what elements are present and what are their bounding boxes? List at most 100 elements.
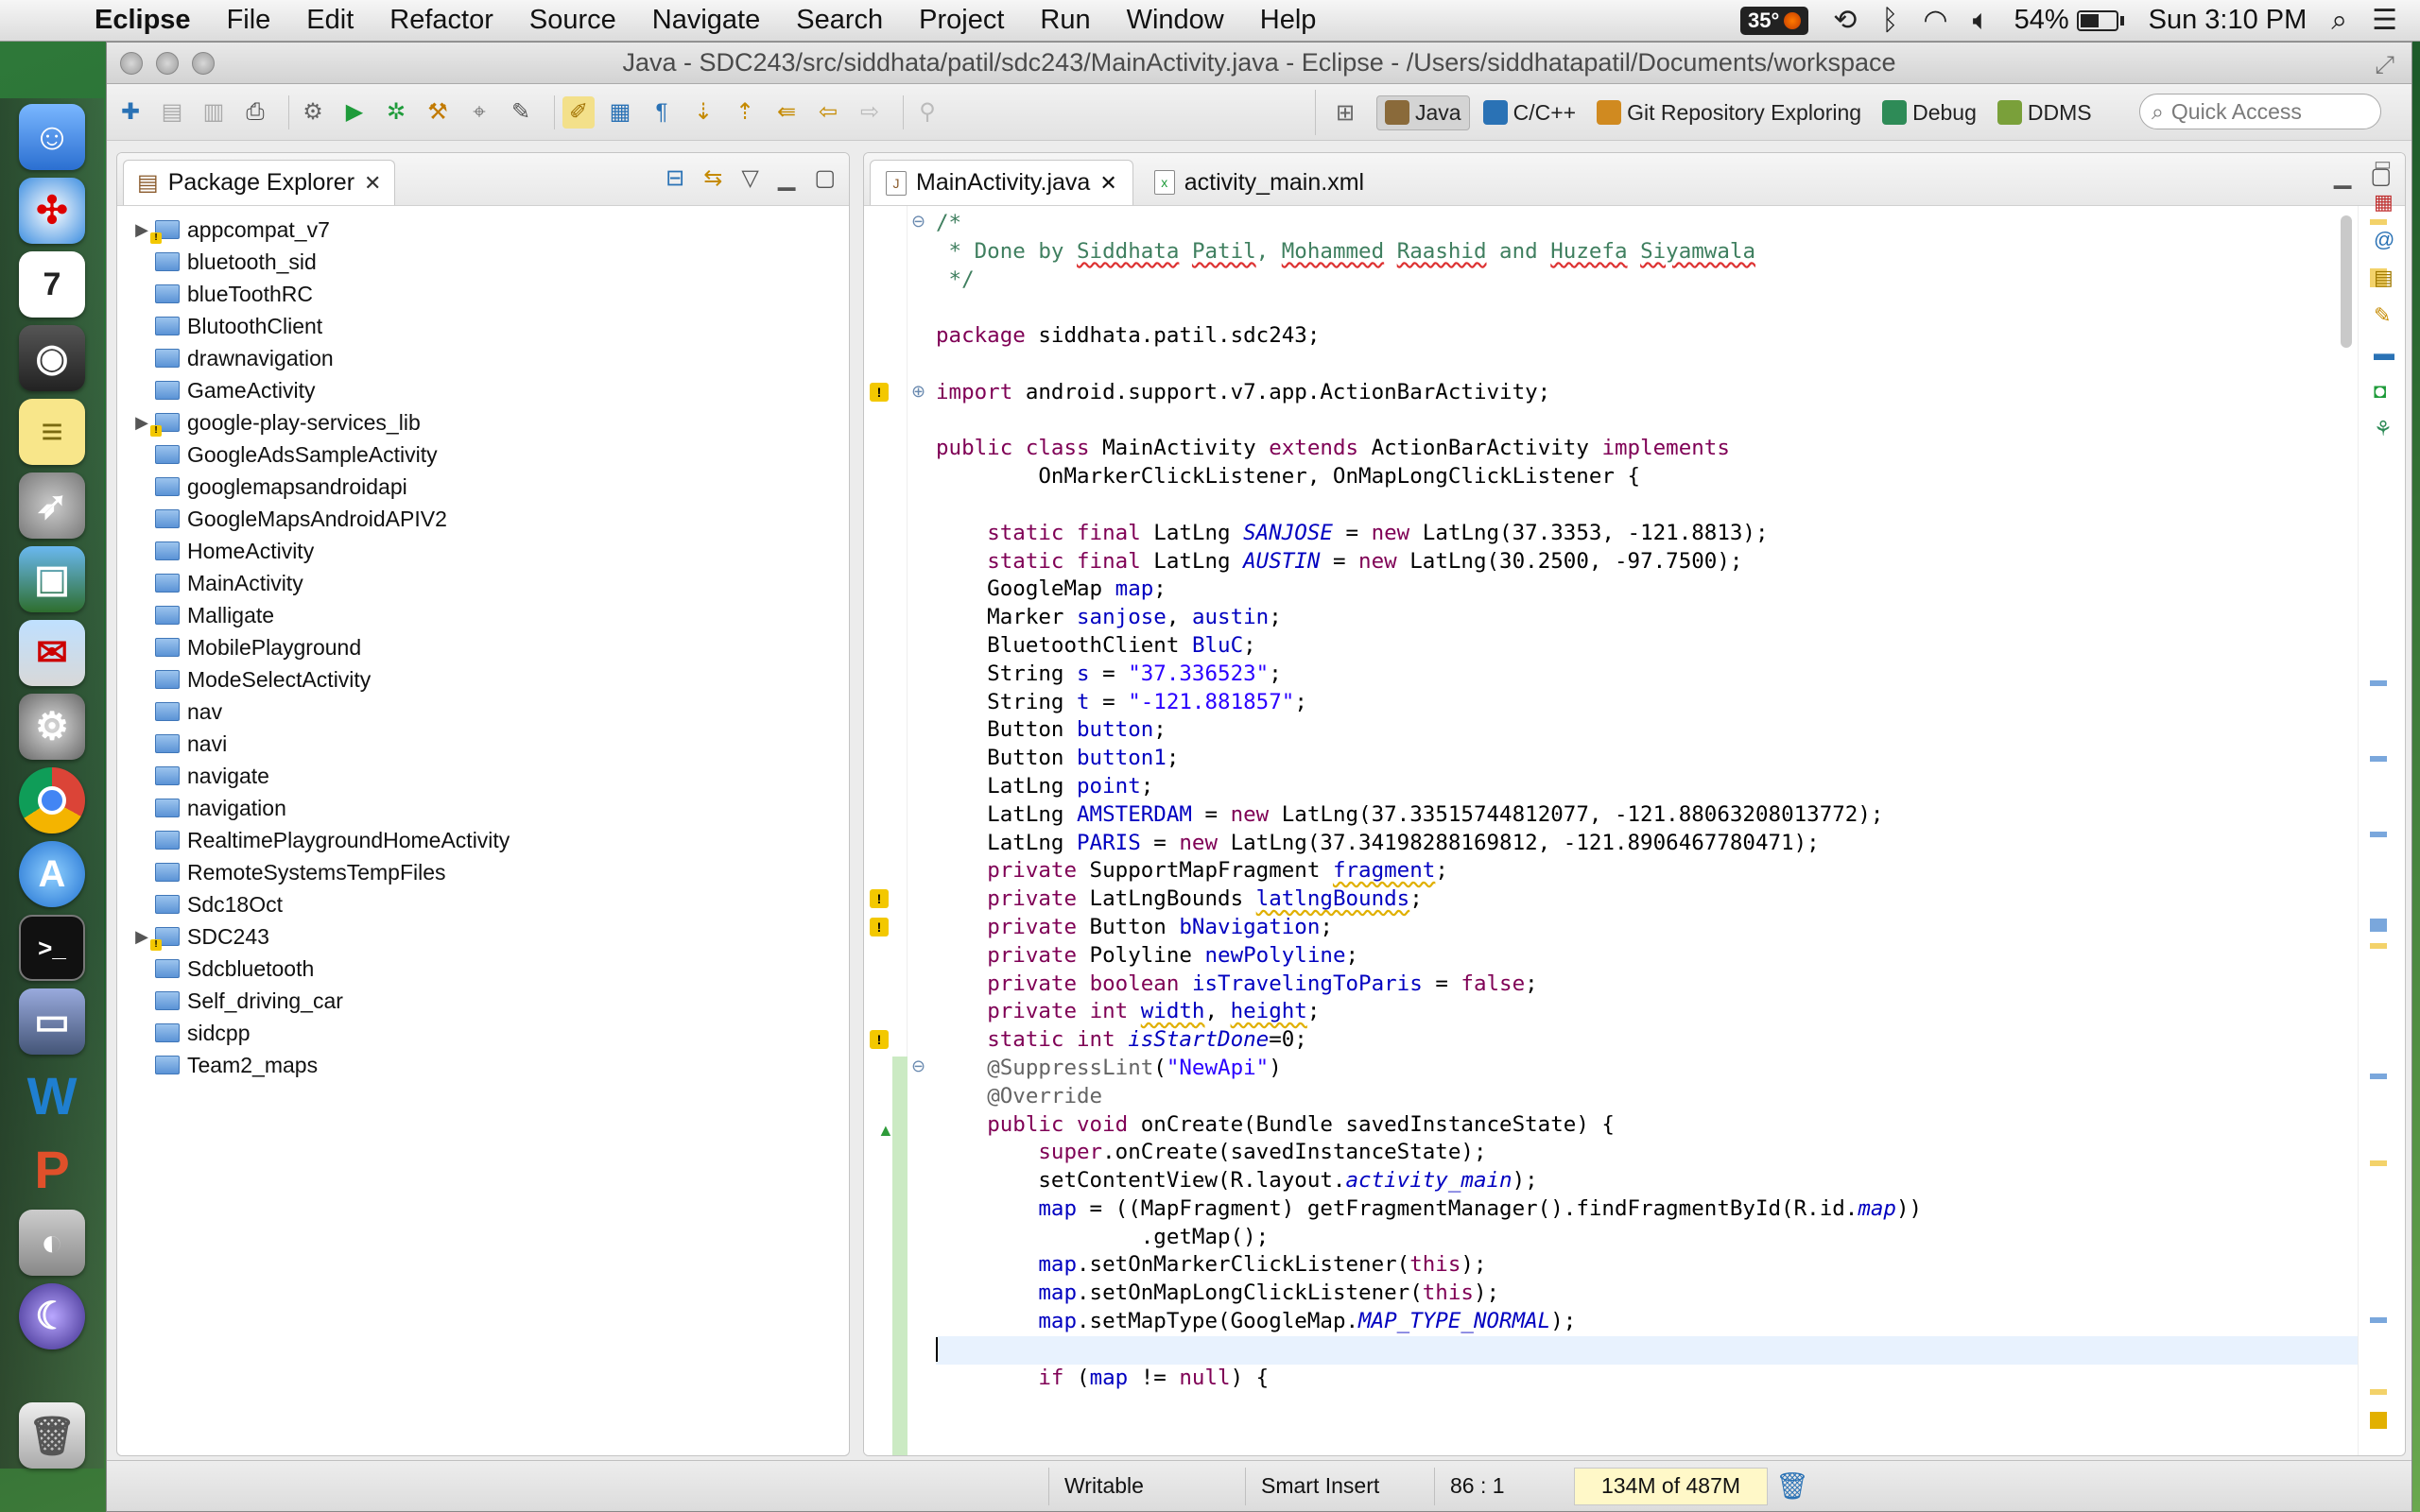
open-perspective-icon[interactable]: ⊞ (1329, 96, 1361, 129)
quick-access-field[interactable]: ⌕ Quick Access (2139, 94, 2381, 129)
project-item[interactable]: GameActivity (117, 374, 849, 406)
wifi-icon[interactable]: ◠ (1923, 4, 1947, 37)
last-edit-icon[interactable]: ⇚ (770, 96, 803, 129)
project-item[interactable]: GoogleMapsAndroidAPIV2 (117, 503, 849, 535)
project-item[interactable]: BlutoothClient (117, 310, 849, 342)
minimize-icon[interactable]: ▁ (778, 164, 795, 192)
project-item[interactable]: RemoteSystemsTempFiles (117, 856, 849, 888)
battery-indicator[interactable]: 54% (2014, 5, 2124, 36)
debug-run-icon[interactable]: ✲ (380, 96, 412, 129)
close-window-button[interactable] (120, 52, 143, 75)
terminal-icon[interactable]: >_ (19, 915, 85, 981)
calendar-icon[interactable]: 7 (19, 251, 85, 318)
facetime-icon[interactable]: ◉ (19, 325, 85, 391)
perspective-debug[interactable]: Debug (1875, 95, 1984, 130)
project-item[interactable]: ModeSelectActivity (117, 663, 849, 696)
editor-tab-mainactivity-java[interactable]: J MainActivity.java ✕ (870, 160, 1133, 205)
perspective-java[interactable]: Java (1376, 94, 1470, 130)
menu-search[interactable]: Search (796, 5, 883, 36)
word-icon[interactable]: W (19, 1062, 85, 1128)
new-icon[interactable]: ✚ (114, 96, 147, 129)
project-item[interactable]: RealtimePlaygroundHomeActivity (117, 824, 849, 856)
perspective-git-repository-exploring[interactable]: Git Repository Exploring (1589, 95, 1869, 130)
back-icon[interactable]: ⇦ (812, 96, 844, 129)
chrome-icon[interactable] (19, 767, 85, 833)
maximize-icon[interactable]: ▢ (814, 164, 836, 192)
tasks-view-icon[interactable]: ✎ (2374, 303, 2400, 330)
menu-source[interactable]: Source (529, 5, 616, 36)
project-item[interactable]: Sdcbluetooth (117, 953, 849, 985)
menu-run[interactable]: Run (1040, 5, 1090, 36)
perspective-c-c-[interactable]: C/C++ (1476, 95, 1583, 130)
collapse-all-icon[interactable]: ⊟ (666, 164, 684, 192)
show-whitespace-icon[interactable]: ¶ (646, 96, 678, 129)
console-view-icon[interactable]: ▬ (2374, 341, 2400, 368)
notification-center-icon[interactable]: ☰ (2372, 4, 2397, 37)
project-item[interactable]: navigate (117, 760, 849, 792)
project-item[interactable]: ▶SDC243 (117, 920, 849, 953)
preview-icon[interactable]: ✉ (19, 620, 85, 686)
overview-warning-mark[interactable] (2370, 1389, 2387, 1395)
overview-warning-mark[interactable] (2370, 943, 2387, 949)
iphoto-icon[interactable]: ◐ (19, 1210, 85, 1276)
mark-occurrences-icon[interactable]: ✐ (562, 95, 595, 129)
warning-icon[interactable]: ! (870, 1030, 889, 1050)
perspective-ddms[interactable]: DDMS (1990, 95, 2100, 130)
project-item[interactable]: blueToothRC (117, 278, 849, 310)
insert-mode-status[interactable]: Smart Insert (1245, 1467, 1434, 1505)
temperature-indicator[interactable]: 35° (1739, 6, 1809, 35)
app-menu[interactable]: Eclipse (95, 5, 191, 36)
warning-icon[interactable]: ! (870, 382, 889, 402)
minimize-icon[interactable]: ▁ (2334, 163, 2351, 190)
previous-annotation-icon[interactable]: ⇡ (729, 96, 761, 129)
overview-occurrence-mark[interactable] (2370, 1317, 2387, 1323)
garbage-collect-icon[interactable]: 🗑︎ (1775, 1470, 1809, 1502)
overview-occurrence-mark[interactable] (2370, 756, 2387, 762)
menu-navigate[interactable]: Navigate (652, 5, 760, 36)
project-item[interactable]: bluetooth_sid (117, 246, 849, 278)
project-item[interactable]: nav (117, 696, 849, 728)
run-icon[interactable]: ▶ (338, 96, 371, 129)
system-preferences-icon[interactable]: ⚙ (19, 694, 85, 760)
project-item[interactable]: drawnavigation (117, 342, 849, 374)
photo-booth-icon[interactable]: ▣ (19, 546, 85, 612)
next-annotation-icon[interactable]: ⇣ (687, 96, 719, 129)
search-tool-icon[interactable]: ✎ (505, 96, 537, 129)
powerpoint-icon[interactable]: P (19, 1136, 85, 1202)
menu-window[interactable]: Window (1127, 5, 1224, 36)
overview-summary-icon[interactable] (2370, 1412, 2387, 1429)
image-capture-icon[interactable]: ▭ (19, 988, 85, 1055)
project-item[interactable]: HomeActivity (117, 535, 849, 567)
minimize-window-button[interactable] (156, 52, 179, 75)
save-icon[interactable]: ▤ (156, 96, 188, 129)
overview-warning-mark[interactable] (2370, 1160, 2387, 1166)
declaration-view-icon[interactable]: ▤ (2374, 266, 2400, 292)
project-item[interactable]: ▶appcompat_v7 (117, 214, 849, 246)
close-icon[interactable]: ✕ (1099, 171, 1116, 196)
menu-file[interactable]: File (227, 5, 271, 36)
forward-icon[interactable]: ⇨ (854, 96, 886, 129)
javadoc-view-icon[interactable]: @ (2374, 228, 2400, 254)
outline-view-icon[interactable]: ▦ (2374, 190, 2400, 216)
project-item[interactable]: navigation (117, 792, 849, 824)
package-explorer-tab[interactable]: ▤ Package Explorer ✕ (123, 160, 396, 205)
project-item[interactable]: MobilePlayground (117, 631, 849, 663)
open-type-icon[interactable]: ⌖ (463, 96, 495, 129)
menu-help[interactable]: Help (1260, 5, 1317, 36)
window-titlebar[interactable]: Java - SDC243/src/siddhata/patil/sdc243/… (107, 43, 2411, 84)
build-settings-icon[interactable]: ⚙ (297, 96, 329, 129)
pin-editor-icon[interactable]: ⚲ (911, 96, 943, 129)
fullscreen-icon[interactable]: ⤢ (2375, 50, 2394, 80)
spotlight-icon[interactable]: ⌕ (2331, 5, 2347, 37)
fold-comment-icon[interactable]: ⊖ (911, 212, 925, 232)
project-item[interactable]: navi (117, 728, 849, 760)
devices-view-icon[interactable]: ⚘ (2374, 417, 2400, 443)
block-selection-icon[interactable]: ▦ (604, 96, 636, 129)
logcat-view-icon[interactable]: ◘ (2374, 379, 2400, 405)
project-item[interactable]: ▶google-play-services_lib (117, 406, 849, 438)
menu-refactor[interactable]: Refactor (389, 5, 493, 36)
editor-tab-activity-main-xml[interactable]: x activity_main.xml (1139, 160, 1379, 205)
clock[interactable]: Sun 3:10 PM (2149, 5, 2308, 36)
bluetooth-icon[interactable]: ᛒ (1881, 5, 1898, 37)
project-item[interactable]: Sdc18Oct (117, 888, 849, 920)
